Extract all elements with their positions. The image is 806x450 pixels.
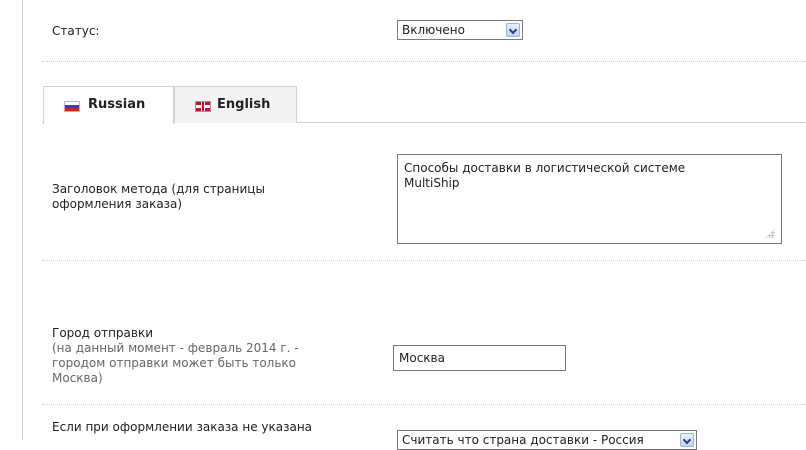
uk-flag-icon [195,101,211,112]
origin-city-hint-line1: (на данный момент - февраль 2014 г. - [52,341,299,355]
row-divider [42,260,806,261]
origin-city-value: Москва [399,351,445,365]
method-title-value-line2: MultiShip [404,176,460,190]
tab-russian[interactable]: Russian [43,86,174,124]
chevron-down-icon[interactable] [506,23,520,37]
country-fallback-value: Считать что страна доставки - Россия [402,433,644,447]
status-select-value: Включено [402,23,465,37]
tab-english-label: English [217,97,271,112]
method-title-label: Заголовок метода (для страницы оформлени… [52,182,265,212]
method-title-label-line1: Заголовок метода (для страницы [52,182,265,196]
origin-city-hint-line3: Москва) [52,371,103,385]
chevron-down-icon[interactable] [680,433,694,447]
status-select[interactable]: Включено [397,20,523,40]
left-border [22,0,23,440]
country-fallback-select[interactable]: Считать что страна доставки - Россия [397,430,697,450]
russia-flag-icon [64,101,80,112]
row-divider [42,404,806,405]
method-title-textarea[interactable]: Способы доставки в логистической системе… [397,154,782,244]
status-label: Статус: [52,24,100,38]
origin-city-label: Город отправки [52,326,153,340]
country-fallback-label: Если при оформлении заказа не указана [52,420,313,434]
tab-english[interactable]: English [174,86,297,123]
method-title-label-line2: оформления заказа) [52,197,183,211]
row-divider [42,61,806,62]
method-title-value-line1: Способы доставки в логистической системе [404,161,686,175]
tab-russian-label: Russian [88,97,146,112]
origin-city-input[interactable]: Москва [393,345,566,371]
resize-grip-icon[interactable] [765,228,775,238]
origin-city-hint-line2: городом отправки может быть только [52,356,297,370]
origin-city-label-block: Город отправки (на данный момент - февра… [52,326,299,386]
